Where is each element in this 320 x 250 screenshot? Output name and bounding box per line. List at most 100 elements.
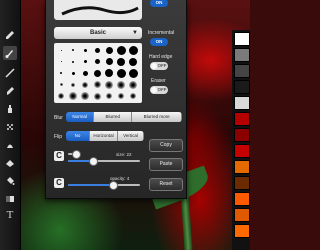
- brush-tip-option[interactable]: [104, 91, 114, 101]
- brush-tip-option[interactable]: [128, 91, 138, 101]
- brush-tip-grid: [54, 43, 142, 103]
- pen-tool-icon[interactable]: [3, 84, 17, 98]
- brush-tip-option[interactable]: [56, 57, 66, 67]
- brush-tip-option[interactable]: [116, 91, 126, 101]
- opacity-cap-icon[interactable]: C: [54, 178, 64, 188]
- size-cap-icon[interactable]: C: [54, 151, 64, 161]
- brush-tip-option[interactable]: [92, 57, 102, 67]
- brush-tip-option[interactable]: [104, 57, 114, 67]
- brush-tip-option[interactable]: [116, 80, 126, 90]
- color-swatch[interactable]: [234, 96, 250, 110]
- flip-option-horizontal[interactable]: Horizontal: [90, 131, 118, 141]
- toggle-knob: [151, 87, 157, 93]
- brush-tip-icon: [71, 71, 75, 75]
- incremental-toggle-label: ON: [155, 39, 163, 44]
- eraser-toggle[interactable]: OFF: [150, 86, 168, 94]
- pencil-tool-icon[interactable]: [3, 28, 17, 42]
- brush-preset-dropdown[interactable]: Basic ▼: [54, 27, 142, 39]
- color-swatch[interactable]: [234, 64, 250, 78]
- incremental-toggle[interactable]: ON: [150, 38, 168, 46]
- brush-tip-icon: [93, 92, 101, 100]
- brush-tip-option[interactable]: [68, 80, 78, 90]
- brush-tip-option[interactable]: [68, 45, 78, 55]
- brush-tip-option[interactable]: [104, 80, 114, 90]
- paste-button[interactable]: Paste: [149, 158, 183, 171]
- brush-tip-option[interactable]: [92, 68, 102, 78]
- color-swatch[interactable]: [234, 112, 250, 126]
- text-tool-icon[interactable]: T: [3, 208, 17, 222]
- color-swatch[interactable]: [234, 128, 250, 142]
- brush-tip-icon: [130, 93, 136, 99]
- brush-tip-icon: [72, 49, 74, 51]
- top-toggle[interactable]: ON: [150, 0, 168, 7]
- brush-tip-option[interactable]: [104, 68, 114, 78]
- blur-option-blurred[interactable]: Blurred: [94, 112, 133, 122]
- airbrush-tool-icon[interactable]: [3, 102, 17, 116]
- brush-tip-icon: [93, 69, 101, 77]
- brush-tip-option[interactable]: [80, 91, 90, 101]
- tool-bar: T: [0, 0, 21, 250]
- brush-tip-option[interactable]: [56, 45, 66, 55]
- brush-tip-option[interactable]: [116, 57, 126, 67]
- copy-button[interactable]: Copy: [149, 139, 183, 152]
- brush-tip-option[interactable]: [56, 91, 66, 101]
- brush-tip-option[interactable]: [56, 68, 66, 78]
- brush-tip-option[interactable]: [68, 57, 78, 67]
- color-swatch[interactable]: [234, 208, 250, 222]
- size-slider-thumb[interactable]: [89, 157, 99, 166]
- spray-dots-tool-icon[interactable]: [3, 120, 17, 134]
- color-swatch[interactable]: [234, 224, 250, 238]
- blur-option-blurred-more[interactable]: Blurred more: [132, 112, 182, 122]
- brush-tip-option[interactable]: [116, 68, 126, 78]
- brush-tip-option[interactable]: [80, 57, 90, 67]
- opacity-slider-fill: [68, 184, 113, 186]
- color-swatch[interactable]: [234, 32, 250, 46]
- color-palette: [232, 30, 250, 250]
- brush-tip-option[interactable]: [56, 80, 66, 90]
- brush-tip-option[interactable]: [80, 80, 90, 90]
- opacity-slider[interactable]: [68, 181, 140, 190]
- opacity-slider-thumb[interactable]: [108, 181, 118, 190]
- brush-tool-icon[interactable]: [3, 46, 17, 60]
- brush-tip-option[interactable]: [128, 45, 138, 55]
- size-min-thumb[interactable]: [72, 150, 81, 159]
- color-swatch[interactable]: [234, 160, 250, 174]
- color-swatch[interactable]: [234, 80, 250, 94]
- blur-option-normal[interactable]: Normal: [66, 112, 95, 122]
- brush-tip-option[interactable]: [128, 80, 138, 90]
- brush-tip-option[interactable]: [68, 68, 78, 78]
- brush-tip-icon: [105, 46, 113, 54]
- brush-tip-option[interactable]: [92, 80, 102, 90]
- brush-tip-icon: [83, 48, 87, 52]
- hard-edge-label: Hard edge: [149, 54, 173, 60]
- size-slider[interactable]: [68, 157, 140, 166]
- color-swatch[interactable]: [234, 144, 250, 158]
- flip-option-no[interactable]: No: [66, 131, 91, 141]
- smudge-tool-icon[interactable]: [3, 138, 17, 152]
- brush-tip-option[interactable]: [92, 91, 102, 101]
- paintbrush-tool-icon[interactable]: [3, 66, 17, 80]
- brush-tip-option[interactable]: [68, 91, 78, 101]
- color-swatch[interactable]: [234, 48, 250, 62]
- brush-settings-panel: ON Basic ▼ Incremental ON Hard edge OFF …: [45, 0, 187, 199]
- brush-tip-option[interactable]: [80, 45, 90, 55]
- flip-option-vertical[interactable]: Vertical: [118, 131, 144, 141]
- brush-tip-icon: [105, 69, 113, 77]
- eraser-tool-icon[interactable]: [3, 156, 17, 170]
- brush-tip-icon: [117, 80, 125, 89]
- brush-tip-icon: [69, 92, 77, 100]
- hard-edge-toggle[interactable]: OFF: [150, 62, 168, 70]
- bucket-fill-tool-icon[interactable]: [3, 174, 17, 188]
- brush-tip-option[interactable]: [128, 68, 138, 78]
- brush-tip-option[interactable]: [116, 45, 126, 55]
- brush-stroke-preview: [54, 0, 142, 20]
- color-swatch[interactable]: [234, 192, 250, 206]
- brush-tip-option[interactable]: [128, 57, 138, 67]
- size-min-slider[interactable]: [68, 150, 81, 159]
- brush-tip-option[interactable]: [92, 45, 102, 55]
- color-swatch[interactable]: [234, 176, 250, 190]
- gradient-tool-icon[interactable]: [3, 192, 17, 206]
- brush-tip-option[interactable]: [104, 45, 114, 55]
- reset-button[interactable]: Reset: [149, 178, 183, 191]
- brush-tip-option[interactable]: [80, 68, 90, 78]
